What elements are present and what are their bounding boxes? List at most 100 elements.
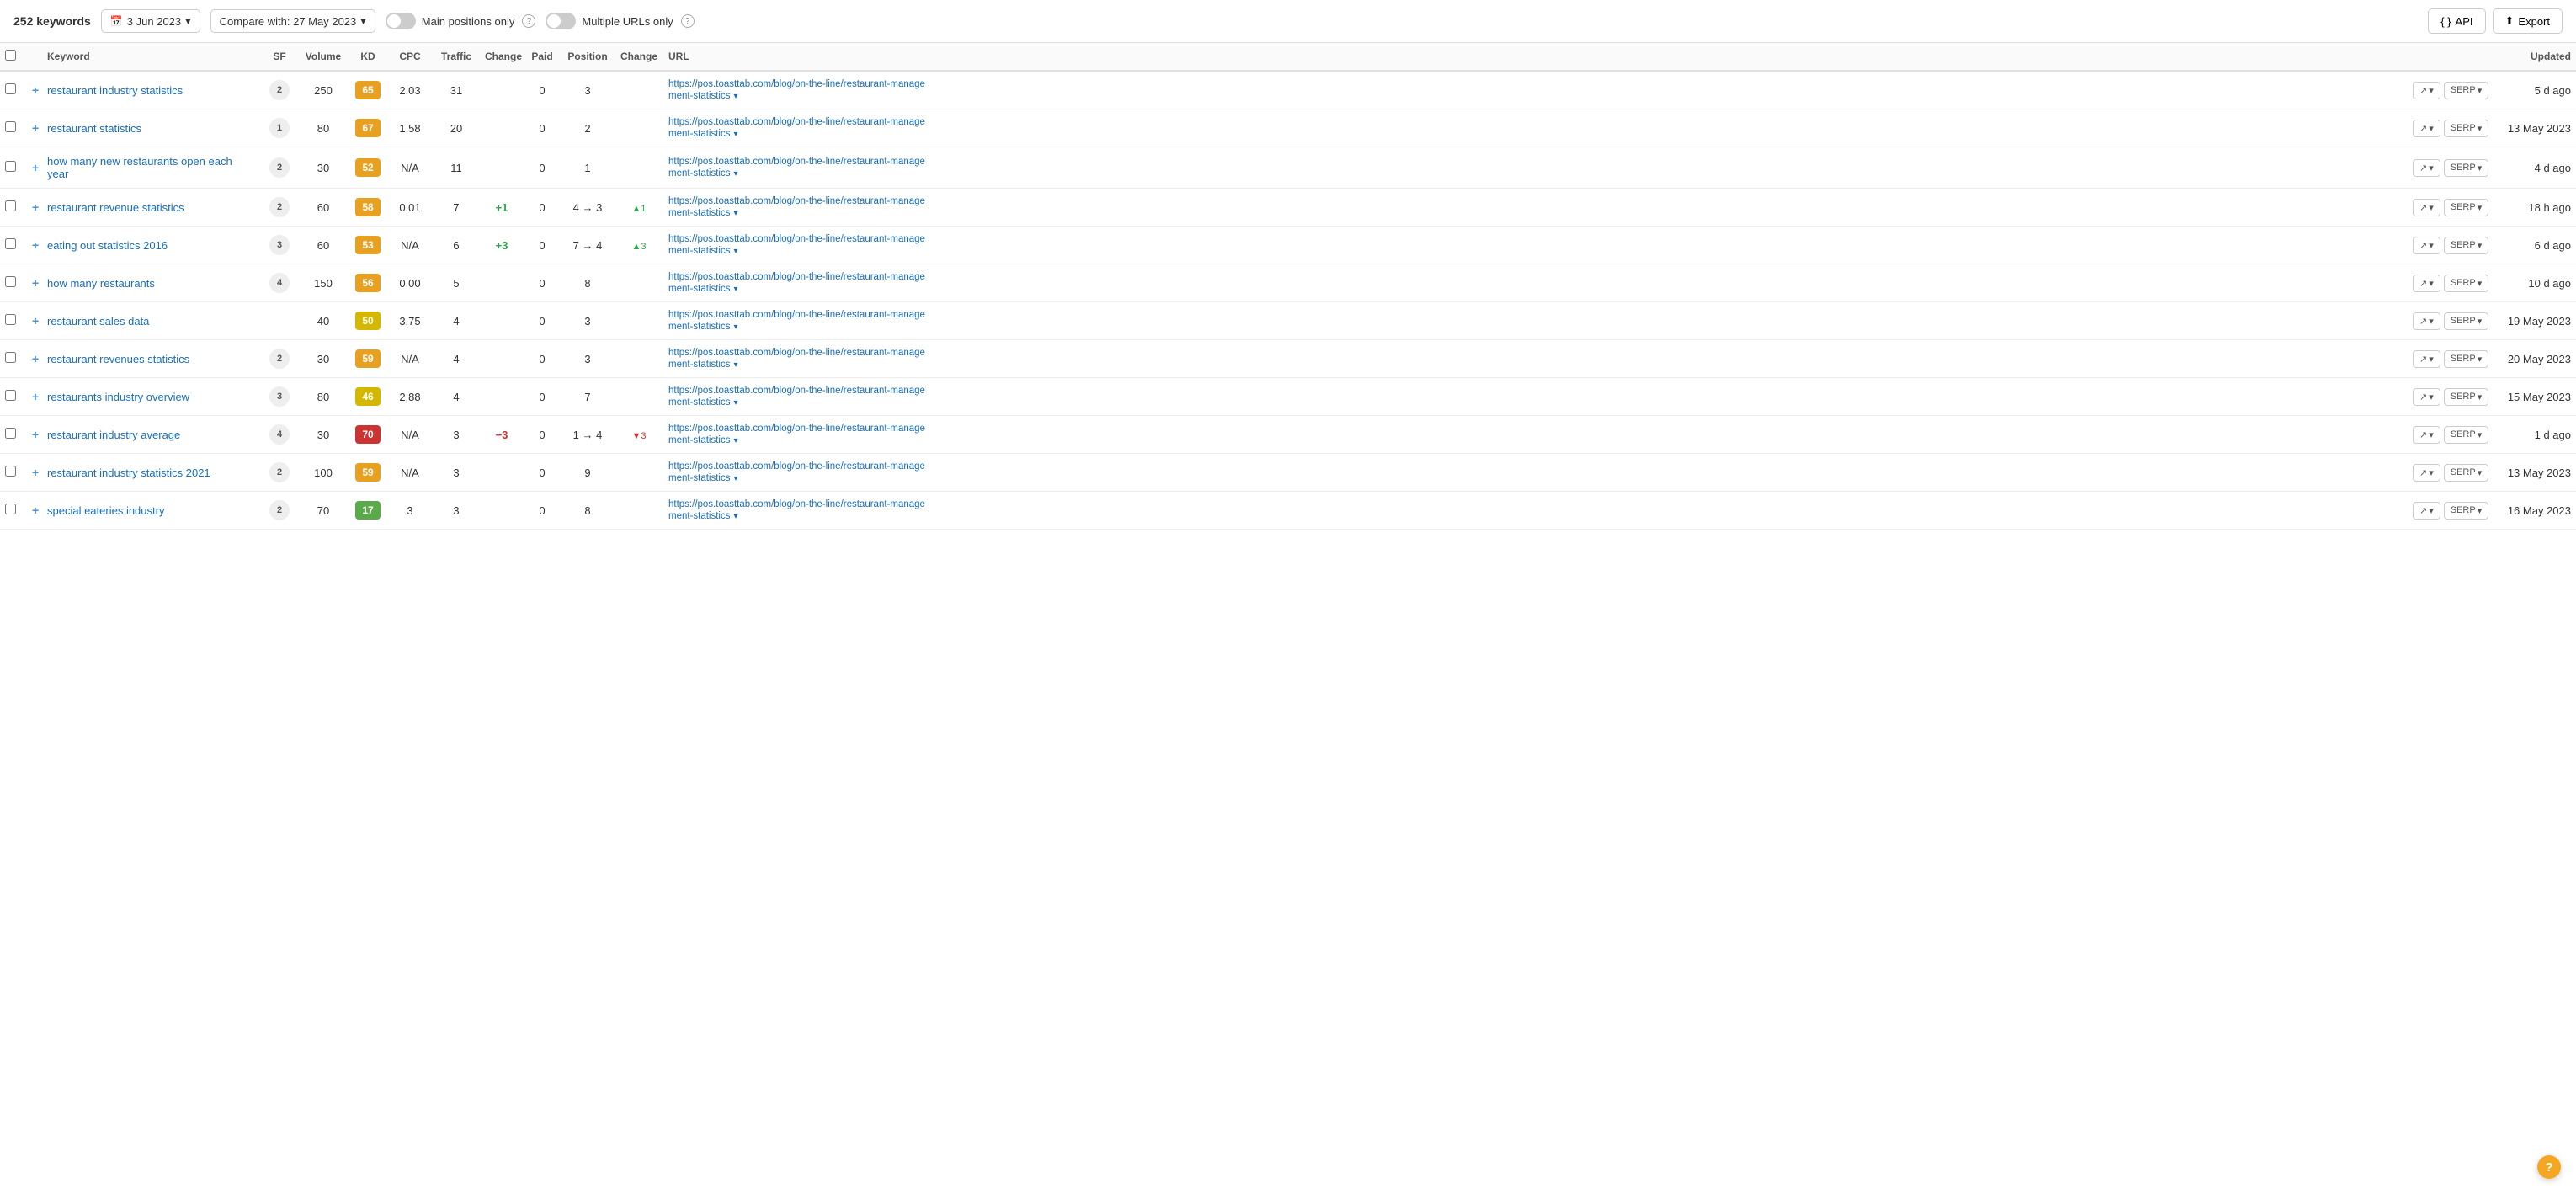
export-button[interactable]: ⬆ Export — [2493, 8, 2563, 34]
add-keyword-button[interactable]: + — [30, 276, 40, 290]
trend-button[interactable]: ↗ ▾ — [2413, 350, 2440, 368]
url-link-2[interactable]: ment-statistics — [668, 322, 731, 332]
th-updated[interactable]: Updated — [2492, 43, 2576, 71]
url-link-2[interactable]: ment-statistics — [668, 435, 731, 445]
url-dropdown-icon[interactable]: ▾ — [734, 512, 738, 521]
th-position[interactable]: Position — [561, 43, 615, 71]
url-link-2[interactable]: ment-statistics — [668, 129, 731, 139]
url-link-2[interactable]: ment-statistics — [668, 511, 731, 521]
row-checkbox[interactable] — [5, 390, 16, 401]
trend-button[interactable]: ↗ ▾ — [2413, 388, 2440, 406]
row-checkbox[interactable] — [5, 504, 16, 514]
keyword-link[interactable]: restaurants industry overview — [47, 391, 189, 403]
th-kd[interactable]: KD — [349, 43, 387, 71]
main-positions-toggle[interactable] — [386, 13, 416, 29]
url-dropdown-icon[interactable]: ▾ — [734, 92, 738, 101]
th-change[interactable]: Change — [480, 43, 524, 71]
serp-button[interactable]: SERP ▾ — [2444, 312, 2489, 330]
keyword-link[interactable]: restaurant revenues statistics — [47, 353, 189, 365]
url-dropdown-icon[interactable]: ▾ — [734, 398, 738, 408]
add-keyword-button[interactable]: + — [30, 314, 40, 328]
help-button[interactable]: ? — [2537, 1155, 2561, 1179]
keyword-link[interactable]: restaurant industry statistics 2021 — [47, 466, 210, 479]
url-link-2[interactable]: ment-statistics — [668, 168, 731, 179]
url-link-2[interactable]: ment-statistics — [668, 208, 731, 218]
url-link[interactable]: https://pos.toasttab.com/blog/on-the-lin… — [668, 196, 2403, 206]
url-link-2[interactable]: ment-statistics — [668, 360, 731, 370]
url-link[interactable]: https://pos.toasttab.com/blog/on-the-lin… — [668, 348, 2403, 358]
th-url[interactable]: URL — [663, 43, 2408, 71]
url-link[interactable]: https://pos.toasttab.com/blog/on-the-lin… — [668, 272, 2403, 282]
add-keyword-button[interactable]: + — [30, 161, 40, 174]
url-link[interactable]: https://pos.toasttab.com/blog/on-the-lin… — [668, 79, 2403, 89]
trend-button[interactable]: ↗ ▾ — [2413, 464, 2440, 482]
keyword-link[interactable]: special eateries industry — [47, 504, 164, 517]
multiple-urls-toggle[interactable] — [546, 13, 576, 29]
add-keyword-button[interactable]: + — [30, 428, 40, 441]
serp-button[interactable]: SERP ▾ — [2444, 199, 2489, 216]
trend-button[interactable]: ↗ ▾ — [2413, 275, 2440, 292]
url-link-2[interactable]: ment-statistics — [668, 246, 731, 256]
date-compare-button[interactable]: Compare with: 27 May 2023 ▾ — [210, 9, 375, 33]
url-dropdown-icon[interactable]: ▾ — [734, 285, 738, 294]
serp-button[interactable]: SERP ▾ — [2444, 426, 2489, 444]
add-keyword-button[interactable]: + — [30, 466, 40, 479]
api-button[interactable]: { } API — [2428, 8, 2485, 34]
serp-button[interactable]: SERP ▾ — [2444, 350, 2489, 368]
th-volume[interactable]: Volume — [298, 43, 349, 71]
url-dropdown-icon[interactable]: ▾ — [734, 436, 738, 445]
main-positions-help-icon[interactable]: ? — [522, 14, 535, 28]
keyword-link[interactable]: restaurant industry statistics — [47, 84, 183, 97]
add-keyword-button[interactable]: + — [30, 200, 40, 214]
keyword-link[interactable]: eating out statistics 2016 — [47, 239, 168, 252]
trend-button[interactable]: ↗ ▾ — [2413, 159, 2440, 177]
th-sf[interactable]: SF — [261, 43, 298, 71]
trend-button[interactable]: ↗ ▾ — [2413, 426, 2440, 444]
url-link-2[interactable]: ment-statistics — [668, 473, 731, 483]
keyword-link[interactable]: restaurant revenue statistics — [47, 201, 184, 214]
add-keyword-button[interactable]: + — [30, 83, 40, 97]
keyword-link[interactable]: restaurant sales data — [47, 315, 149, 328]
trend-button[interactable]: ↗ ▾ — [2413, 82, 2440, 99]
select-all-checkbox[interactable] — [5, 50, 16, 61]
trend-button[interactable]: ↗ ▾ — [2413, 237, 2440, 254]
row-checkbox[interactable] — [5, 121, 16, 132]
keyword-link[interactable]: how many restaurants — [47, 277, 155, 290]
url-dropdown-icon[interactable]: ▾ — [734, 474, 738, 483]
serp-button[interactable]: SERP ▾ — [2444, 237, 2489, 254]
url-link[interactable]: https://pos.toasttab.com/blog/on-the-lin… — [668, 157, 2403, 167]
keyword-link[interactable]: how many new restaurants open each year — [47, 155, 232, 180]
add-keyword-button[interactable]: + — [30, 352, 40, 365]
date-current-button[interactable]: 📅 3 Jun 2023 ▾ — [101, 9, 200, 33]
keyword-link[interactable]: restaurant statistics — [47, 122, 141, 135]
add-keyword-button[interactable]: + — [30, 504, 40, 517]
url-link[interactable]: https://pos.toasttab.com/blog/on-the-lin… — [668, 424, 2403, 434]
url-link[interactable]: https://pos.toasttab.com/blog/on-the-lin… — [668, 461, 2403, 472]
trend-button[interactable]: ↗ ▾ — [2413, 120, 2440, 137]
url-link[interactable]: https://pos.toasttab.com/blog/on-the-lin… — [668, 386, 2403, 396]
trend-button[interactable]: ↗ ▾ — [2413, 502, 2440, 520]
trend-button[interactable]: ↗ ▾ — [2413, 199, 2440, 216]
row-checkbox[interactable] — [5, 428, 16, 439]
serp-button[interactable]: SERP ▾ — [2444, 502, 2489, 520]
multiple-urls-help-icon[interactable]: ? — [681, 14, 695, 28]
url-dropdown-icon[interactable]: ▾ — [734, 322, 738, 332]
url-link-2[interactable]: ment-statistics — [668, 397, 731, 408]
url-dropdown-icon[interactable]: ▾ — [734, 247, 738, 256]
serp-button[interactable]: SERP ▾ — [2444, 82, 2489, 99]
url-link[interactable]: https://pos.toasttab.com/blog/on-the-lin… — [668, 117, 2403, 127]
th-traffic[interactable]: Traffic — [433, 43, 480, 71]
row-checkbox[interactable] — [5, 466, 16, 477]
row-checkbox[interactable] — [5, 83, 16, 94]
serp-button[interactable]: SERP ▾ — [2444, 388, 2489, 406]
add-keyword-button[interactable]: + — [30, 238, 40, 252]
url-link[interactable]: https://pos.toasttab.com/blog/on-the-lin… — [668, 234, 2403, 244]
url-link[interactable]: https://pos.toasttab.com/blog/on-the-lin… — [668, 499, 2403, 509]
url-link[interactable]: https://pos.toasttab.com/blog/on-the-lin… — [668, 310, 2403, 320]
th-change2[interactable]: Change — [615, 43, 663, 71]
url-dropdown-icon[interactable]: ▾ — [734, 169, 738, 179]
add-keyword-button[interactable]: + — [30, 390, 40, 403]
trend-button[interactable]: ↗ ▾ — [2413, 312, 2440, 330]
serp-button[interactable]: SERP ▾ — [2444, 159, 2489, 177]
th-cpc[interactable]: CPC — [387, 43, 433, 71]
